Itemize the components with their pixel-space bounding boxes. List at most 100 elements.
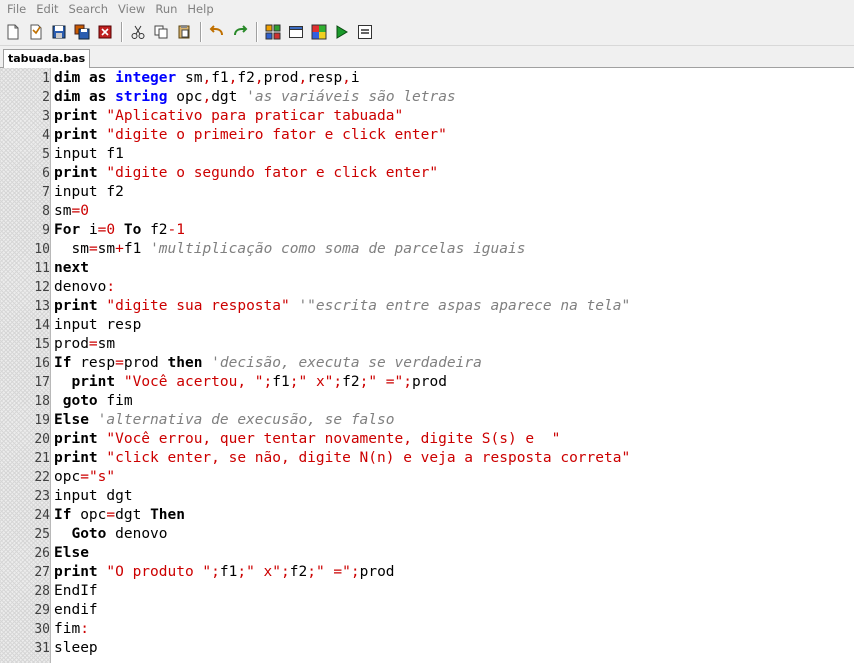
token-identifier: f1 <box>272 374 290 390</box>
code-line[interactable]: 31 sleep <box>0 639 854 658</box>
code-line[interactable]: 8 sm=0 <box>0 202 854 221</box>
code-line[interactable]: 20 print "Você errou, quer tentar novamen… <box>0 430 854 449</box>
code-line[interactable]: 26 Else <box>0 544 854 563</box>
paste-icon <box>176 24 192 40</box>
token-comment: 'alternativa de execusão, se falso <box>97 412 395 428</box>
code-line[interactable]: 24 If opc=dgt Then <box>0 506 854 525</box>
token-string-literal: "O produto " <box>106 564 212 580</box>
token-operator: ; <box>237 564 247 580</box>
line-number: 4 <box>42 128 50 143</box>
new-file-button[interactable] <box>2 21 24 43</box>
code-line[interactable]: 14 input resp <box>0 316 854 335</box>
menu-run[interactable]: Run <box>152 0 184 18</box>
copy-button[interactable] <box>150 21 172 43</box>
code-line[interactable]: 22 opc="s" <box>0 468 854 487</box>
tab-tabuada-bas[interactable]: tabuada.bas <box>3 49 91 69</box>
token-whitespace <box>80 222 89 238</box>
line-text: print "O produto ";f1;" x";f2;" =";prod <box>54 563 395 582</box>
token-operator: , <box>342 70 351 86</box>
token-identifier: prod <box>263 70 299 86</box>
code-line[interactable]: 29 endif <box>0 601 854 620</box>
save-icon <box>51 24 67 40</box>
line-text: For i=0 To f2-1 <box>54 221 185 240</box>
token-operator: ; <box>403 374 412 390</box>
token-identifier: sm <box>97 241 116 257</box>
code-line[interactable]: 16 If resp=prod then 'decisão, executa se… <box>0 354 854 373</box>
code-line[interactable]: 17 print "Você acertou, ";f1;" x";f2;" =… <box>0 373 854 392</box>
token-identifier: sleep <box>54 640 98 656</box>
paste-button[interactable] <box>173 21 195 43</box>
code-line[interactable]: 5 input f1 <box>0 145 854 164</box>
copy-icon <box>153 24 169 40</box>
code-line[interactable]: 4 print "digite o primeiro fator e click … <box>0 126 854 145</box>
console-button[interactable] <box>354 21 376 43</box>
line-number: 12 <box>34 280 50 295</box>
token-keyword: Else <box>54 545 89 561</box>
token-comment: 'multiplicação como soma de parcelas igu… <box>150 241 526 257</box>
token-keyword: Then <box>150 507 185 523</box>
token-keyword: as <box>88 70 107 86</box>
code-line[interactable]: 13 print "digite sua resposta" '"escrita … <box>0 297 854 316</box>
run-button[interactable] <box>331 21 353 43</box>
open-file-icon <box>28 24 44 40</box>
code-line[interactable]: 6 print "digite o segundo fator e click e… <box>0 164 854 183</box>
code-editor[interactable]: 1 dim as integer sm,f1,f2,prod,resp,i 2 dim… <box>0 68 854 663</box>
code-line[interactable]: 21 print "click enter, se não, digite N(n… <box>0 449 854 468</box>
close-file-button[interactable] <box>94 21 116 43</box>
line-number: 3 <box>42 109 50 124</box>
code-line[interactable]: 10 sm=sm+f1 'multiplicação como soma de … <box>0 240 854 259</box>
color-grid-button[interactable] <box>308 21 330 43</box>
token-identifier: denovo <box>54 279 107 295</box>
code-line[interactable]: 9 For i=0 To f2-1 <box>0 221 854 240</box>
code-line[interactable]: 18 goto fim <box>0 392 854 411</box>
window-button[interactable] <box>285 21 307 43</box>
token-whitespace <box>106 70 115 86</box>
cut-button[interactable] <box>127 21 149 43</box>
token-operator: = <box>106 507 116 523</box>
token-identifier: input <box>54 317 98 333</box>
code-line[interactable]: 27 print "O produto ";f1;" x";f2;" =";pro… <box>0 563 854 582</box>
code-line[interactable]: 19 Else 'alternativa de execusão, se fals… <box>0 411 854 430</box>
line-number: 5 <box>42 147 50 162</box>
token-operator: = <box>115 355 124 371</box>
code-line[interactable]: 25 Goto denovo <box>0 525 854 544</box>
code-area[interactable]: 1 dim as integer sm,f1,f2,prod,resp,i 2 dim… <box>0 68 854 658</box>
toolbar-separator <box>256 21 258 42</box>
token-keyword: For <box>54 222 81 238</box>
code-line[interactable]: 3 print "Aplicativo para praticar tabuada… <box>0 107 854 126</box>
code-line[interactable]: 12 denovo: <box>0 278 854 297</box>
menu-view[interactable]: View <box>115 0 152 18</box>
redo-button[interactable] <box>229 21 251 43</box>
save-all-button[interactable] <box>71 21 93 43</box>
code-line[interactable]: 28 EndIf <box>0 582 854 601</box>
code-line[interactable]: 23 input dgt <box>0 487 854 506</box>
open-file-button[interactable] <box>25 21 47 43</box>
token-type-keyword: integer <box>115 70 177 86</box>
code-line[interactable]: 2 dim as string opc,dgt 'as variáveis são… <box>0 88 854 107</box>
code-line[interactable]: 30 fim: <box>0 620 854 639</box>
menu-help[interactable]: Help <box>184 0 220 18</box>
line-text: print "click enter, se não, digite N(n) … <box>54 449 630 468</box>
token-string-literal: "Você errou, quer tentar novamente, digi… <box>106 431 561 447</box>
token-whitespace <box>115 374 124 390</box>
menu-search[interactable]: Search <box>66 0 116 18</box>
save-button[interactable] <box>48 21 70 43</box>
menu-edit[interactable]: Edit <box>33 0 65 18</box>
token-identifier: input <box>54 184 98 200</box>
token-identifier: opc <box>176 89 203 105</box>
compile-button[interactable] <box>262 21 284 43</box>
code-line[interactable]: 15 prod=sm <box>0 335 854 354</box>
line-text: print "Aplicativo para praticar tabuada" <box>54 107 403 126</box>
token-operator: ; <box>350 564 360 580</box>
token-whitespace <box>54 526 71 542</box>
code-line[interactable]: 7 input f2 <box>0 183 854 202</box>
token-operator: = <box>88 241 98 257</box>
token-identifier: f1 <box>106 146 124 162</box>
code-line[interactable]: 11 next <box>0 259 854 278</box>
code-line[interactable]: 1 dim as integer sm,f1,f2,prod,resp,i <box>0 69 854 88</box>
token-identifier: sm <box>71 241 89 257</box>
line-number: 14 <box>34 318 50 333</box>
line-number: 7 <box>42 185 50 200</box>
menu-file[interactable]: File <box>4 0 33 18</box>
undo-button[interactable] <box>206 21 228 43</box>
